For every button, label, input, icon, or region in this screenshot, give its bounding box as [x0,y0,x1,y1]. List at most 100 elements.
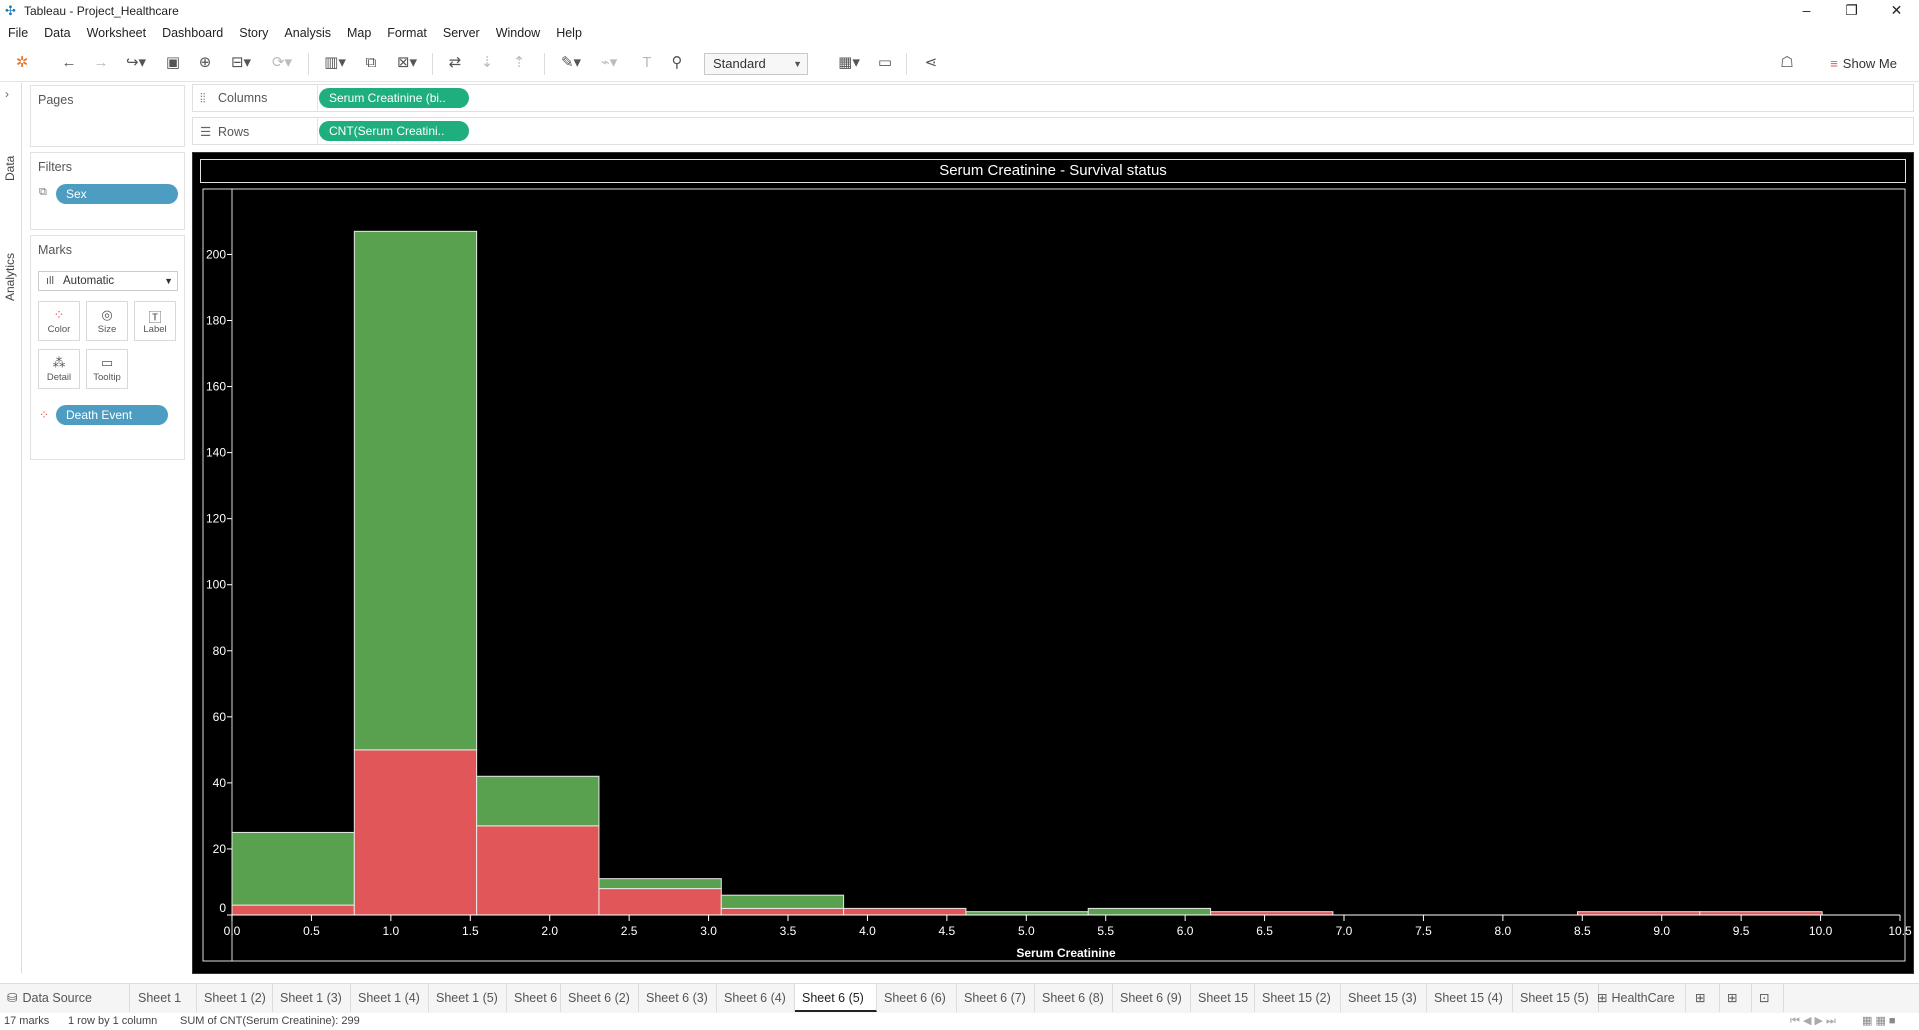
pause-updates-icon[interactable]: ⊟▾ [226,53,256,73]
x-tick-label: 5.5 [1097,924,1114,938]
side-tabs: › Data Analytics [0,83,22,973]
duplicate-sheet-icon[interactable]: ⧉ [360,53,382,73]
save-icon[interactable]: ▣ [162,53,184,73]
histogram-bar[interactable] [720,907,845,916]
menu-worksheet[interactable]: Worksheet [79,26,155,40]
fix-axes-icon[interactable]: ⚲ [666,53,688,73]
presentation-mode-icon[interactable]: ▭ [874,53,896,73]
filter-pill-sex[interactable]: Sex [56,184,178,204]
data-source-tab[interactable]: ⛁ Data Source [0,984,130,1012]
sheet-tab[interactable]: Sheet 1 [131,984,197,1012]
columns-pill-serum-creatinine[interactable]: Serum Creatinine (bi.. [319,88,469,108]
sheet-tab[interactable]: Sheet 15 (3) [1341,984,1427,1012]
histogram-bar[interactable] [231,831,355,906]
tooltip-card-button[interactable]: ▭ Tooltip [86,349,128,389]
x-tick-label: 7.5 [1415,924,1432,938]
label-card-button[interactable]: 🅃 Label [134,301,176,341]
histogram-bar[interactable] [353,749,478,916]
view-toggle-icon[interactable]: ▦ ▦ ■ [1862,1013,1896,1030]
mark-type-select[interactable]: ıll Automatic ▼ [38,271,178,291]
histogram-bar[interactable] [720,894,845,909]
tableau-home-icon[interactable]: ✲ [12,53,32,73]
sheet-tab[interactable]: Sheet 6 (7) [957,984,1035,1012]
show-cards-icon[interactable]: ▦▾ [832,53,866,73]
sheet-tab[interactable]: Sheet 6 (3) [639,984,717,1012]
x-tick-label: 9.5 [1733,924,1750,938]
swap-rows-columns-icon[interactable]: ⇄ [444,53,466,73]
histogram-bar[interactable] [598,888,722,916]
new-worksheet-tab-button[interactable]: ⊞ [1688,984,1720,1012]
sheet-tab[interactable]: Sheet 1 (4) [351,984,429,1012]
clear-sheet-icon[interactable]: ⊠▾ [390,53,424,73]
fit-select-value: Standard [713,56,766,71]
sort-ascending-icon[interactable]: ⇣ [476,53,498,73]
histogram-bar[interactable] [843,907,967,916]
menu-window[interactable]: Window [488,26,548,40]
histogram-bar[interactable] [353,230,478,751]
sheet-tab[interactable]: Sheet 6 (2) [561,984,639,1012]
new-story-tab-button[interactable]: ⊡ [1752,984,1784,1012]
menu-dashboard[interactable]: Dashboard [154,26,231,40]
sheet-tab[interactable]: Sheet 1 (2) [197,984,273,1012]
data-tab[interactable]: Data [3,156,17,181]
sort-descending-icon[interactable]: ⇡ [508,53,530,73]
sheet-tab[interactable]: Sheet 15 [1191,984,1255,1012]
highlight-icon[interactable]: ✎▾ [556,53,586,73]
sheet-tab[interactable]: Sheet 15 (2) [1255,984,1341,1012]
marks-title: Marks [38,243,73,257]
sheet-nav-icon[interactable]: ⏮ ◀ ▶ ⏭ [1790,1013,1836,1030]
replay-icon[interactable]: ↪▾ [120,53,152,73]
refresh-icon[interactable]: ⟳▾ [266,53,298,73]
restore-button[interactable]: ❐ [1829,0,1874,22]
sheet-tab[interactable]: Sheet 6 (5) [795,984,877,1012]
histogram-bar[interactable] [1087,907,1212,916]
sheet-tab[interactable]: Sheet 1 (3) [273,984,351,1012]
sheet-tab[interactable]: Sheet 1 (5) [429,984,507,1012]
menu-format[interactable]: Format [379,26,435,40]
sheet-tab[interactable]: Sheet 6 [507,984,561,1012]
color-label: Color [47,324,71,335]
menu-server[interactable]: Server [435,26,488,40]
new-worksheet-icon[interactable]: ▥▾ [318,53,352,73]
size-card-button[interactable]: ◎ Size [86,301,128,341]
menu-file[interactable]: File [0,26,36,40]
expand-sidebar-icon[interactable]: › [5,87,9,101]
x-tick-label: 2.0 [541,924,558,938]
group-members-icon[interactable]: ⌁▾ [594,53,624,73]
sheet-tab[interactable]: Sheet 15 (4) [1427,984,1513,1012]
menu-story[interactable]: Story [231,26,276,40]
dashboard-tab-healthcare[interactable]: ⊞ HealthCare [1590,984,1686,1012]
sheet-tab[interactable]: Sheet 6 (8) [1035,984,1113,1012]
analytics-tab[interactable]: Analytics [3,253,17,301]
show-me-button[interactable]: ≡ Show Me [1830,53,1897,75]
sheet-tab[interactable]: Sheet 6 (6) [877,984,957,1012]
minimize-button[interactable]: – [1784,0,1829,22]
sheet-tab[interactable]: Sheet 15 (5) [1513,984,1599,1012]
histogram-bar[interactable] [476,825,600,916]
detail-card-button[interactable]: ⁂ Detail [38,349,80,389]
sheet-tab[interactable]: Sheet 6 (9) [1113,984,1191,1012]
sheet-tab[interactable]: Sheet 6 (4) [717,984,795,1012]
close-button[interactable]: ✕ [1874,0,1919,22]
histogram-chart[interactable]: 0.0 0.5 1.0 1.5 2.0 2.5 3.0 3.5 4.0 4.5 5.0 5.5 6.0 6… [193,153,1915,975]
histogram-bar[interactable] [476,775,600,827]
histogram-bar[interactable] [598,878,722,890]
menu-map[interactable]: Map [339,26,379,40]
share-icon[interactable]: ⋖ [920,53,942,73]
new-data-source-icon[interactable]: ⊕ [194,53,216,73]
menu-analysis[interactable]: Analysis [276,26,339,40]
color-card-button[interactable]: ⁘ Color [38,301,80,341]
fit-select[interactable]: Standard ▼ [704,53,808,75]
detail-label: Detail [46,372,72,383]
marks-pill-death-event[interactable]: Death Event [56,405,168,425]
undo-icon[interactable]: ← [58,53,80,73]
histogram-bar[interactable] [231,904,355,916]
x-tick-label: 0.0 [224,924,241,938]
ask-data-icon[interactable]: ☖ [1776,53,1798,73]
redo-icon[interactable]: → [90,53,112,73]
new-dashboard-tab-button[interactable]: ⊞ [1720,984,1752,1012]
rows-pill-cnt-serum-creatinine[interactable]: CNT(Serum Creatini.. [319,121,469,141]
show-labels-icon[interactable]: T [636,53,658,73]
menu-data[interactable]: Data [36,26,78,40]
menu-help[interactable]: Help [548,26,590,40]
